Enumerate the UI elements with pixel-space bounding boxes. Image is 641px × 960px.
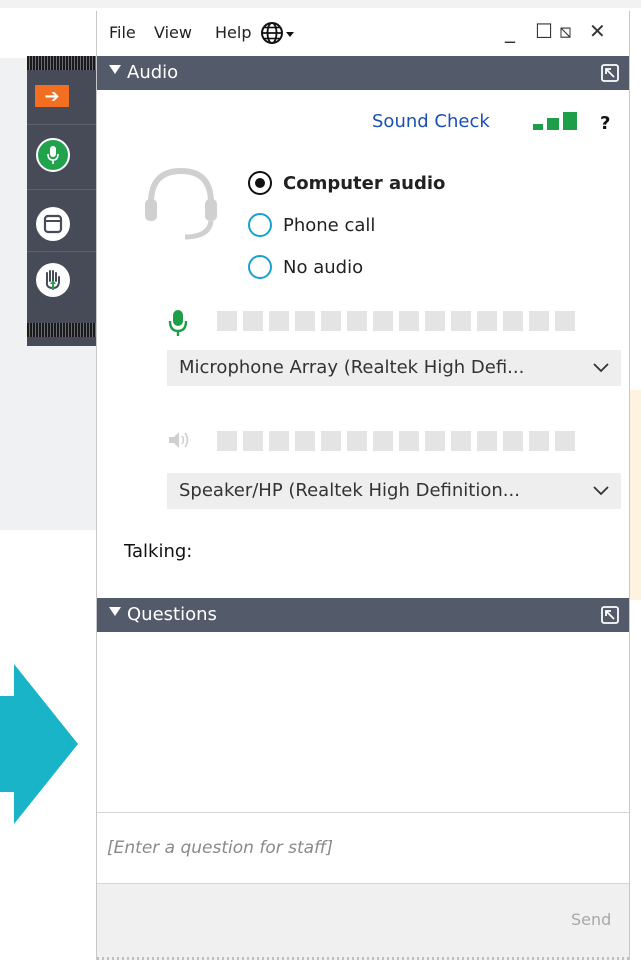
popout-icon[interactable]: [600, 605, 620, 625]
sound-check-link[interactable]: Sound Check: [372, 111, 490, 132]
toolbar-grip-top[interactable]: [27, 56, 97, 70]
popout-icon[interactable]: [600, 63, 620, 83]
chevron-down-icon: [593, 486, 609, 496]
microphone-device-value: Microphone Array (Realtek High Defi...: [179, 357, 525, 378]
option-label: Phone call: [283, 214, 376, 236]
menu-bar: File View Help _ ☐ ⧅ ✕: [97, 11, 629, 55]
chevron-down-icon: [593, 363, 609, 373]
background-app-top: [0, 0, 641, 8]
raise-hand-icon[interactable]: [36, 263, 70, 297]
audio-option-none[interactable]: No audio: [248, 253, 363, 281]
menu-file[interactable]: File: [109, 23, 136, 42]
audio-option-computer[interactable]: Computer audio: [248, 169, 445, 197]
close-icon[interactable]: ✕: [589, 20, 606, 42]
background-app-header: [0, 20, 102, 58]
send-button[interactable]: Send: [571, 910, 611, 929]
collapse-triangle-icon[interactable]: [109, 607, 121, 616]
microphone-icon: [168, 310, 188, 336]
radio-computer-audio[interactable]: [248, 171, 272, 195]
audio-section-header[interactable]: Audio: [97, 56, 629, 90]
left-toolbar: ➔: [27, 56, 97, 346]
radio-phone-call[interactable]: [248, 213, 272, 237]
speaker-level-meter: [217, 431, 575, 451]
menu-help[interactable]: Help: [215, 23, 251, 42]
control-panel: File View Help _ ☐ ⧅ ✕ Audio Sound Check…: [96, 11, 630, 960]
toolbar-grip-bottom[interactable]: [27, 323, 97, 337]
toolbar-divider: [27, 189, 97, 190]
globe-icon[interactable]: [260, 21, 300, 45]
radio-no-audio[interactable]: [248, 255, 272, 279]
maximize-icon[interactable]: ☐: [535, 20, 553, 42]
option-label: No audio: [283, 256, 364, 278]
minimize-icon[interactable]: _: [505, 20, 515, 42]
arrow-right-icon: [0, 664, 78, 824]
microphone-level-meter: [217, 311, 575, 331]
toolbar-divider: [27, 124, 97, 125]
audio-header-title: Audio: [127, 62, 179, 83]
speaker-device-value: Speaker/HP (Realtek High Definition...: [179, 480, 520, 501]
microphone-icon[interactable]: [36, 138, 70, 172]
menu-view[interactable]: View: [154, 23, 192, 42]
audio-help-button[interactable]: ?: [600, 113, 610, 134]
speaker-icon: [169, 432, 189, 448]
questions-section-header[interactable]: Questions: [97, 598, 629, 632]
signal-bars-icon: [533, 112, 577, 130]
toolbar-divider: [27, 251, 97, 252]
headset-icon: [145, 167, 217, 240]
collapse-triangle-icon[interactable]: [109, 65, 121, 74]
arrow-right-icon[interactable]: ➔: [35, 85, 69, 107]
talking-label: Talking:: [124, 541, 193, 562]
send-area: [97, 884, 629, 960]
audio-option-phone[interactable]: Phone call: [248, 211, 375, 239]
microphone-device-select[interactable]: Microphone Array (Realtek High Defi...: [167, 350, 621, 386]
question-input[interactable]: [97, 813, 629, 883]
speaker-device-select[interactable]: Speaker/HP (Realtek High Definition...: [167, 473, 621, 509]
window-icon[interactable]: [36, 207, 70, 241]
option-label: Computer audio: [283, 172, 446, 194]
restore-icon[interactable]: ⧅: [559, 20, 572, 42]
questions-log[interactable]: [97, 632, 629, 812]
questions-header-title: Questions: [127, 604, 217, 625]
